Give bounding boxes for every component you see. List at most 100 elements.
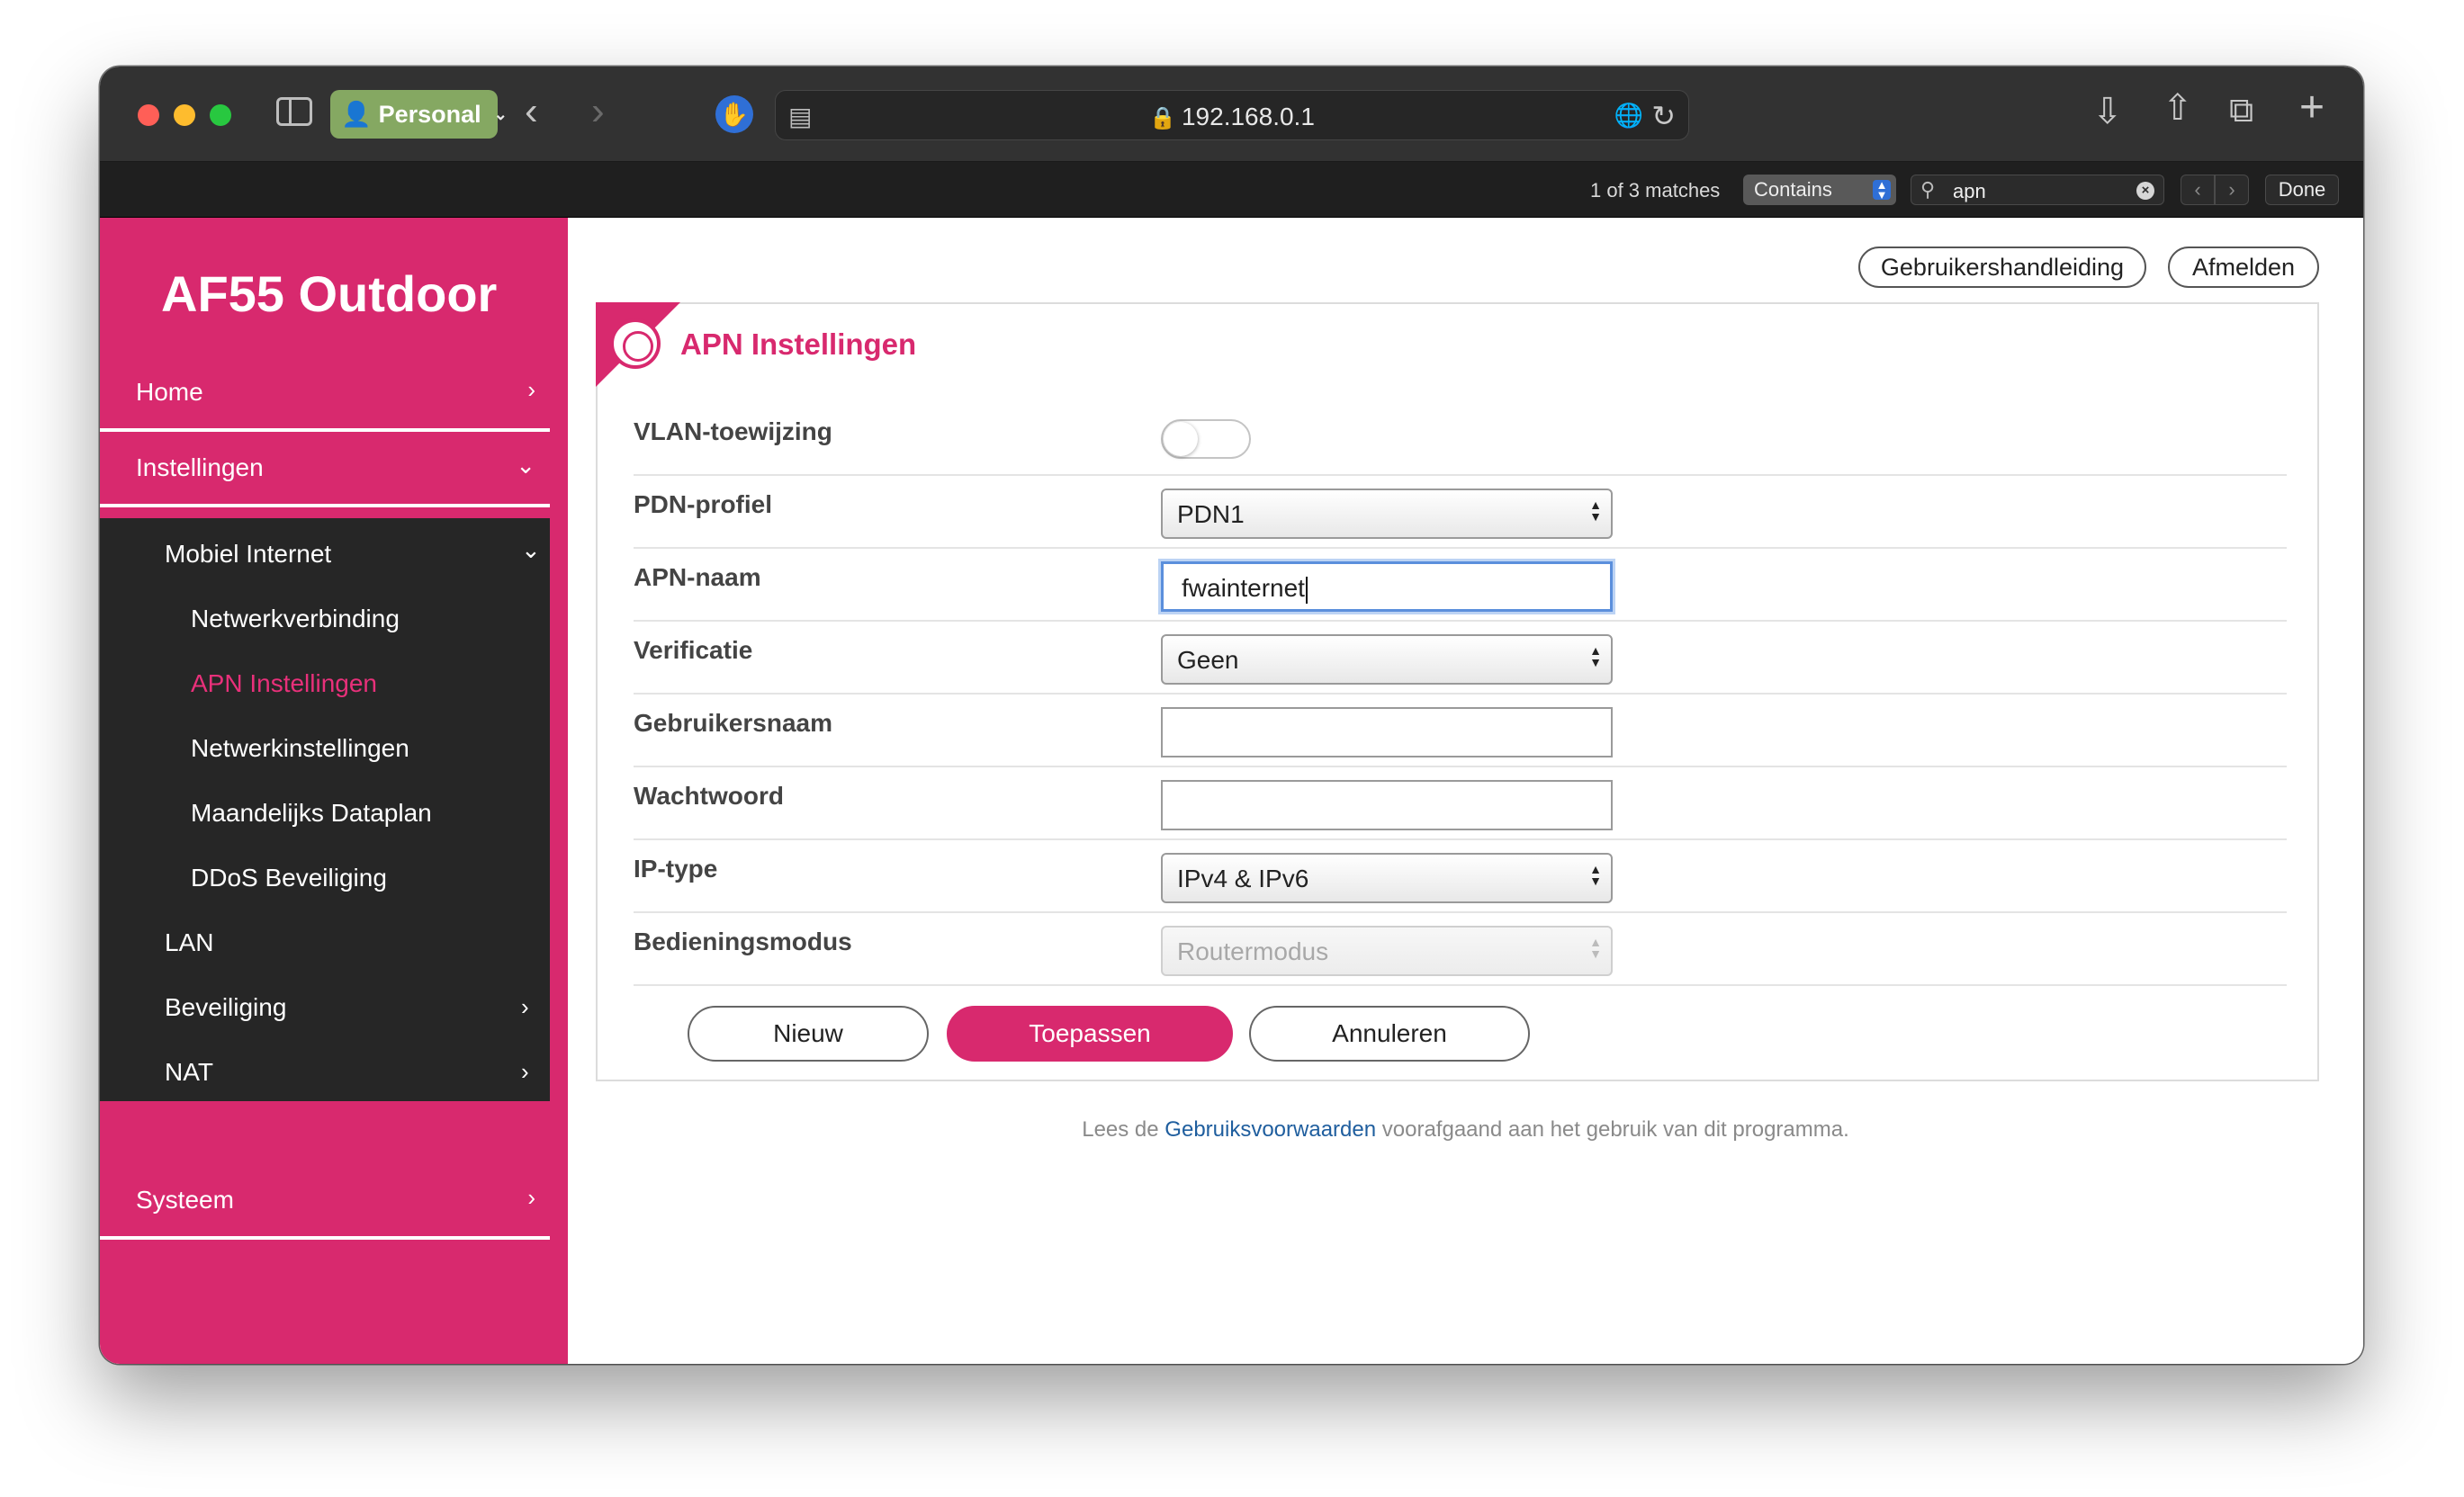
auth-select[interactable]: Geen ▲ ▼ bbox=[1161, 634, 1613, 685]
nav-ddos-beveiliging[interactable]: DDoS Beveiliging bbox=[191, 864, 387, 892]
minimize-window-button[interactable] bbox=[174, 104, 195, 126]
browser-toolbar: 👤 Personal ⌄ ‹ › ✋ ▤ 🔒 192.168.0.1 🌐 ↻ ⇩ … bbox=[100, 67, 2363, 162]
vlan-row: VLAN-toewijzing bbox=[634, 403, 2287, 476]
terms-suffix: voorafgaand aan het gebruik van dit prog… bbox=[1381, 1117, 1849, 1142]
chevron-right-icon: › bbox=[527, 1184, 535, 1211]
iptype-value: IPv4 & IPv6 bbox=[1177, 865, 1309, 892]
pdn-label: PDN-profiel bbox=[634, 490, 772, 518]
nav-settings[interactable]: Instellingen ⌄ bbox=[100, 435, 550, 507]
settings-submenu: Mobiel Internet ⌄ Netwerkverbinding APN … bbox=[100, 518, 550, 1101]
nav-beveiliging-label: Beveiliging bbox=[165, 993, 287, 1021]
vlan-label: VLAN-toewijzing bbox=[634, 417, 832, 445]
username-label: Gebruikersnaam bbox=[634, 709, 832, 737]
updown-arrows-icon: ▲ ▼ bbox=[1589, 498, 1602, 524]
share-icon[interactable]: ⇧ bbox=[2163, 90, 2193, 126]
new-tab-icon[interactable]: + bbox=[2299, 86, 2325, 130]
nav-nat-label: NAT bbox=[165, 1058, 213, 1086]
iptype-label: IP-type bbox=[634, 855, 718, 883]
nav-netwerkinstellingen[interactable]: Netwerkinstellingen bbox=[191, 734, 409, 763]
iptype-select[interactable]: IPv4 & IPv6 ▲ ▼ bbox=[1161, 853, 1613, 903]
vlan-toggle[interactable] bbox=[1161, 419, 1251, 459]
cancel-button[interactable]: Annuleren bbox=[1249, 1006, 1530, 1062]
nav-mobile-internet[interactable]: Mobiel Internet ⌄ bbox=[165, 536, 541, 569]
address-bar[interactable]: ▤ 🔒 192.168.0.1 🌐 ↻ bbox=[775, 90, 1689, 140]
terms-note: Lees de Gebruiksvoorwaarden voorafgaand … bbox=[568, 1117, 2363, 1143]
new-button[interactable]: Nieuw bbox=[688, 1006, 929, 1062]
username-row: Gebruikersnaam bbox=[634, 695, 2287, 767]
chevron-right-icon: › bbox=[527, 376, 535, 403]
find-mode-label: Contains bbox=[1754, 178, 1832, 201]
back-icon[interactable]: ‹ bbox=[525, 92, 538, 131]
nav-maandelijks-dataplan[interactable]: Maandelijks Dataplan bbox=[191, 799, 432, 828]
brand-logo-icon bbox=[610, 318, 661, 369]
profile-button[interactable]: 👤 Personal ⌄ bbox=[330, 90, 508, 139]
find-next-button[interactable]: › bbox=[2215, 175, 2249, 205]
updown-arrows-icon: ▲ ▼ bbox=[1589, 643, 1602, 669]
password-label: Wachtwoord bbox=[634, 782, 784, 810]
forward-icon[interactable]: › bbox=[591, 92, 605, 131]
mode-row: Bedieningsmodus Routermodus ▲ ▼ bbox=[634, 913, 2287, 986]
download-icon[interactable]: ⇩ bbox=[2092, 94, 2123, 130]
mode-value: Routermodus bbox=[1177, 937, 1329, 965]
nav-netwerkverbinding[interactable]: Netwerkverbinding bbox=[191, 605, 400, 633]
pdn-value: PDN1 bbox=[1177, 500, 1245, 528]
updown-arrows-icon: ▲ ▼ bbox=[1589, 862, 1602, 888]
nav-home-label: Home bbox=[136, 378, 203, 406]
zoom-window-button[interactable] bbox=[210, 104, 231, 126]
nav-lan-label: LAN bbox=[165, 928, 214, 956]
nav-nat[interactable]: NAT › bbox=[165, 1058, 529, 1087]
url-text: 192.168.0.1 bbox=[1181, 103, 1315, 130]
chevron-down-icon: ⌄ bbox=[493, 104, 508, 123]
person-icon: 👤 bbox=[341, 101, 372, 128]
apn-name-input[interactable]: fwainternet bbox=[1161, 561, 1613, 612]
nav-apn-instellingen[interactable]: APN Instellingen bbox=[191, 669, 377, 698]
find-previous-button[interactable]: ‹ bbox=[2181, 175, 2215, 205]
chevron-right-icon: › bbox=[521, 1058, 529, 1085]
nav-home[interactable]: Home › bbox=[100, 360, 550, 432]
chevron-down-icon: ⌄ bbox=[521, 536, 541, 563]
find-match-count: 1 of 3 matches bbox=[1590, 179, 1721, 202]
page-content: AF55 Outdoor Home › Instellingen ⌄ Mobie… bbox=[100, 218, 2363, 1364]
mode-label: Bedieningsmodus bbox=[634, 928, 852, 955]
clear-icon[interactable]: × bbox=[2136, 182, 2154, 200]
translate-icon[interactable]: 🌐 bbox=[1614, 102, 1643, 130]
logout-button[interactable]: Afmelden bbox=[2168, 247, 2319, 288]
terms-prefix: Lees de bbox=[1082, 1117, 1159, 1142]
find-input[interactable]: ⚲ apn × bbox=[1911, 175, 2164, 205]
apply-button[interactable]: Toepassen bbox=[947, 1006, 1233, 1062]
apn-label: APN-naam bbox=[634, 563, 761, 591]
username-input[interactable] bbox=[1161, 707, 1613, 757]
find-mode-select[interactable]: Contains ▲ ▼ bbox=[1743, 175, 1896, 205]
auth-value: Geen bbox=[1177, 646, 1239, 674]
panel-title: APN Instellingen bbox=[680, 327, 917, 361]
auth-label: Verificatie bbox=[634, 636, 753, 664]
password-input[interactable] bbox=[1161, 780, 1613, 830]
pdn-select[interactable]: PDN1 ▲ ▼ bbox=[1161, 489, 1613, 539]
auth-row: Verificatie Geen ▲ ▼ bbox=[634, 622, 2287, 695]
sidebar-toggle-icon[interactable] bbox=[276, 97, 312, 126]
find-done-button[interactable]: Done bbox=[2265, 175, 2339, 205]
pdn-row: PDN-profiel PDN1 ▲ ▼ bbox=[634, 476, 2287, 549]
search-icon: ⚲ bbox=[1920, 178, 1936, 201]
privacy-shield-icon[interactable]: ✋ bbox=[715, 95, 753, 133]
stepper-icon: ▲ ▼ bbox=[1873, 179, 1891, 201]
brand-title: AF55 Outdoor bbox=[161, 265, 498, 322]
apn-row: APN-naam fwainternet bbox=[634, 549, 2287, 622]
reload-icon[interactable]: ↻ bbox=[1651, 99, 1676, 133]
find-bar: 1 of 3 matches Contains ▲ ▼ ⚲ apn × ‹ › D… bbox=[100, 162, 2363, 218]
nav-system[interactable]: Systeem › bbox=[100, 1168, 550, 1240]
browser-window: 👤 Personal ⌄ ‹ › ✋ ▤ 🔒 192.168.0.1 🌐 ↻ ⇩ … bbox=[100, 67, 2363, 1364]
manual-button[interactable]: Gebruikershandleiding bbox=[1858, 247, 2146, 288]
mode-select: Routermodus ▲ ▼ bbox=[1161, 926, 1613, 976]
nav-beveiliging[interactable]: Beveiliging › bbox=[165, 993, 529, 1022]
nav-mobile-internet-label: Mobiel Internet bbox=[165, 540, 332, 568]
text-caret bbox=[1305, 576, 1308, 604]
lock-icon: 🔒 bbox=[1149, 106, 1176, 130]
chevron-right-icon: › bbox=[521, 993, 529, 1020]
tab-overview-icon[interactable]: ⧉ bbox=[2229, 94, 2253, 128]
terms-link[interactable]: Gebruiksvoorwaarden bbox=[1165, 1117, 1376, 1142]
apn-settings-panel: APN Instellingen VLAN-toewijzing PDN-pro… bbox=[596, 302, 2319, 1081]
updown-arrows-icon: ▲ ▼ bbox=[1589, 935, 1602, 961]
close-window-button[interactable] bbox=[138, 104, 159, 126]
nav-lan[interactable]: LAN bbox=[165, 928, 213, 957]
